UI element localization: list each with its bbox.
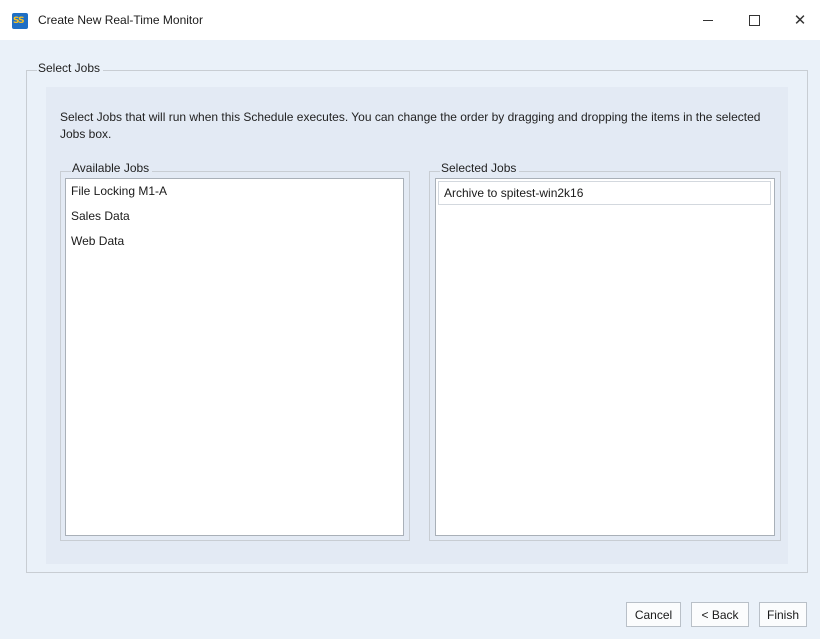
list-item[interactable]: File Locking M1-A: [66, 179, 403, 204]
maximize-icon: [748, 14, 760, 26]
app-icon-label: SS: [13, 16, 25, 26]
selected-jobs-title: Selected Jobs: [440, 161, 520, 175]
cancel-button[interactable]: Cancel: [626, 602, 681, 627]
minimize-button[interactable]: [685, 0, 731, 40]
close-button[interactable]: ✕: [777, 0, 820, 40]
available-jobs-listbox[interactable]: File Locking M1-A Sales Data Web Data: [65, 178, 404, 536]
minimize-icon: [703, 19, 713, 21]
list-item[interactable]: Web Data: [66, 229, 403, 254]
close-icon: ✕: [793, 11, 807, 29]
selected-jobs-listbox[interactable]: Archive to spitest-win2k16: [435, 178, 775, 536]
back-button[interactable]: < Back: [691, 602, 749, 627]
finish-button[interactable]: Finish: [759, 602, 807, 627]
select-jobs-group-title: Select Jobs: [37, 61, 104, 75]
title-bar: SS Create New Real-Time Monitor ✕: [0, 0, 820, 40]
list-item[interactable]: Sales Data: [66, 204, 403, 229]
available-jobs-title: Available Jobs: [71, 161, 153, 175]
window-title: Create New Real-Time Monitor: [38, 13, 203, 27]
dialog-client-area: Select Jobs Select Jobs that will run wh…: [0, 40, 820, 639]
list-item[interactable]: Archive to spitest-win2k16: [438, 181, 771, 205]
instructions-text: Select Jobs that will run when this Sche…: [60, 110, 761, 141]
maximize-button[interactable]: [731, 0, 777, 40]
app-icon: SS: [12, 13, 28, 29]
